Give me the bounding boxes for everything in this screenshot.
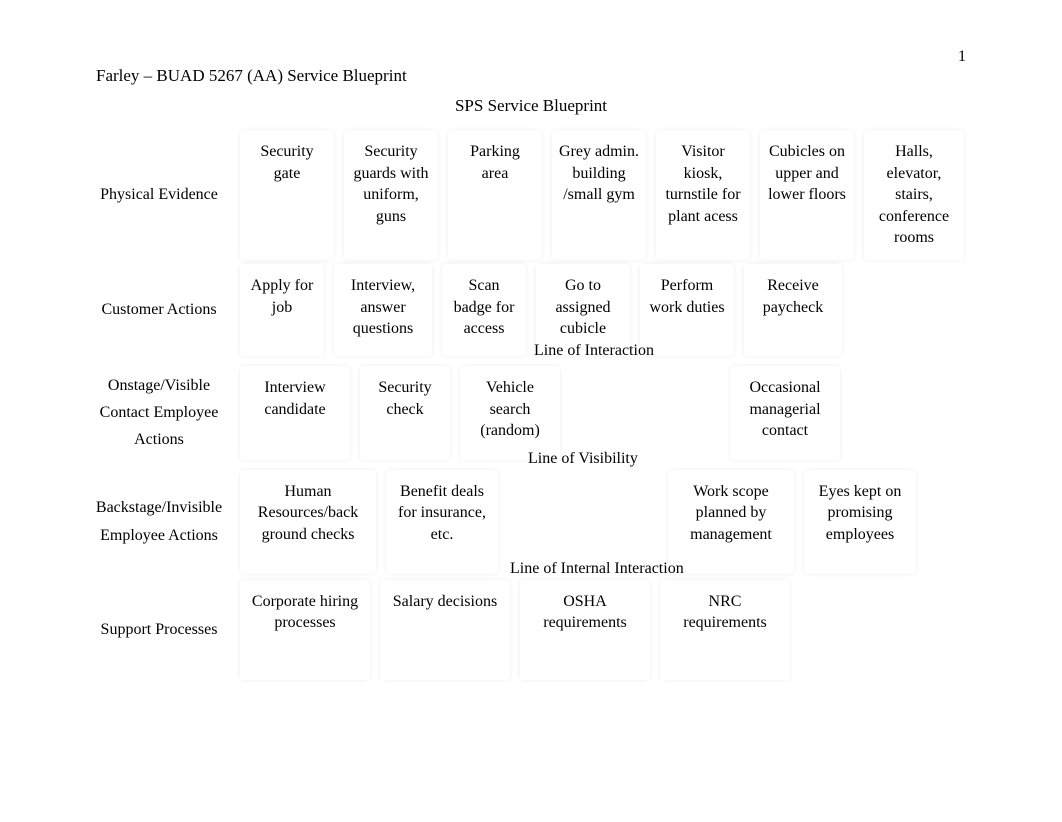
cell-support-2: OSHA requirements [520,580,650,680]
cell-physical-5: Cubicles on upper and lower floors [760,130,854,260]
row-label-support: Support Processes [84,580,234,680]
row-label-physical: Physical Evidence [84,130,234,260]
line-label-internal: Line of Internal Interaction [510,560,684,578]
cell-customer-1: Interview, answer questions [334,264,432,356]
cell-physical-3: Grey admin. building /small gym [552,130,646,260]
cell-customer-5: Receive paycheck [744,264,842,356]
cell-onstage-1: Security check [360,366,450,460]
row-backstage-actions: Backstage/Invisible Employee Actions Hum… [84,470,974,574]
cell-support-1: Salary decisions [380,580,510,680]
diagram-title: SPS Service Blueprint [0,96,1062,116]
cell-support-3: NRC requirements [660,580,790,680]
row-customer-actions: Customer Actions Apply for job Interview… [84,264,974,356]
cell-support-0: Corporate hiring processes [240,580,370,680]
cell-physical-1: Security guards with uniform, guns [344,130,438,260]
cell-onstage-0: Interview candidate [240,366,350,460]
row-label-customer: Customer Actions [84,264,234,356]
page-number: 1 [958,48,966,66]
cell-physical-0: Security gate [240,130,334,260]
row-physical-evidence: Physical Evidence Security gate Security… [84,130,974,260]
row-support-processes: Support Processes Corporate hiring proce… [84,580,974,680]
cell-physical-4: Visitor kiosk, turnstile for plant acess [656,130,750,260]
cell-onstage-3: Occasional managerial contact [730,366,840,460]
line-label-visibility: Line of Visibility [528,450,638,468]
cell-backstage-gap [508,470,658,574]
cell-onstage-2: Vehicle search (random) [460,366,560,460]
row-label-backstage: Backstage/Invisible Employee Actions [84,470,234,574]
cell-physical-2: Parking area [448,130,542,260]
cell-customer-4: Perform work duties [640,264,734,356]
row-onstage-actions: Onstage/Visible Contact Employee Actions… [84,366,974,460]
row-label-onstage: Onstage/Visible Contact Employee Actions [84,366,234,460]
cell-backstage-3: Eyes kept on promising employees [804,470,916,574]
document-header: Farley – BUAD 5267 (AA) Service Blueprin… [96,66,407,86]
service-blueprint-diagram: Physical Evidence Security gate Security… [84,130,974,684]
cell-onstage-gap [570,366,720,460]
cell-customer-2: Scan badge for access [442,264,526,356]
line-label-interaction: Line of Interaction [534,342,654,360]
cell-backstage-1: Benefit deals for insurance, etc. [386,470,498,574]
cell-backstage-2: Work scope planned by management [668,470,794,574]
cell-customer-0: Apply for job [240,264,324,356]
cell-backstage-0: Human Resources/back ground checks [240,470,376,574]
cell-physical-6: Halls, elevator, stairs, conference room… [864,130,964,260]
